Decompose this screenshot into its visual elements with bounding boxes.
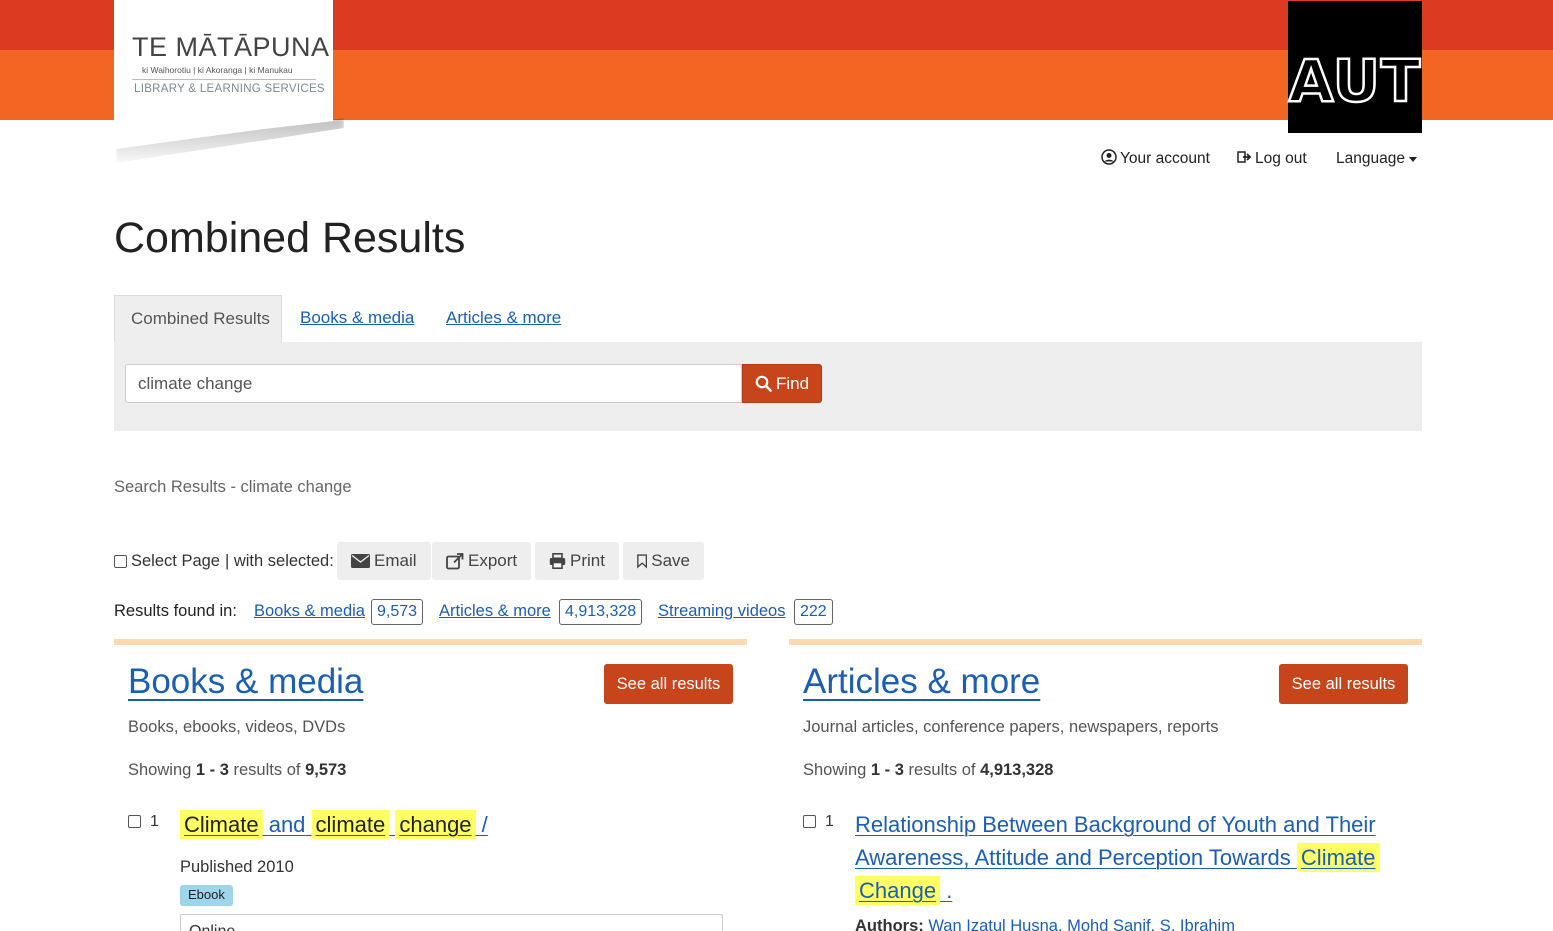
aut-logo-text: AUT [1287, 47, 1422, 115]
select-page-label[interactable]: Select Page [131, 552, 220, 571]
record-title-link[interactable]: Relationship Between Background of Youth… [855, 812, 1380, 905]
search-icon [755, 375, 772, 392]
books-see-all-button[interactable]: See all results [604, 664, 733, 704]
found-streaming-videos-count[interactable]: 222 [794, 599, 833, 625]
articles-column-bar [789, 639, 1422, 645]
found-books-media-count[interactable]: 9,573 [371, 599, 424, 625]
logo-subtitle: ki Waihorotiu | ki Akoranga | ki Manukau [142, 65, 293, 75]
caret-down-icon [1408, 156, 1417, 162]
tab-articles-more[interactable]: Articles & more [446, 308, 561, 328]
your-account-link[interactable]: Your account [1101, 148, 1210, 170]
books-record-checkbox[interactable] [128, 815, 141, 828]
export-button[interactable]: Export [432, 542, 532, 580]
books-record-number: 1 [150, 813, 159, 830]
find-label: Find [775, 373, 810, 393]
sign-out-icon [1237, 150, 1252, 169]
log-out-link[interactable]: Log out [1237, 148, 1307, 170]
found-streaming-videos-link[interactable]: Streaming videos [658, 602, 785, 621]
author-link[interactable]: Wan Izatul Husna, Mohd Sanif, S. Ibrahim [928, 917, 1235, 931]
print-icon [549, 553, 566, 569]
with-selected-label: | with selected: [224, 551, 334, 570]
log-out-label: Log out [1255, 150, 1307, 167]
found-articles-more-link[interactable]: Articles & more [439, 602, 551, 621]
print-label: Print [570, 551, 605, 570]
articles-column-title[interactable]: Articles & more [803, 662, 1040, 702]
books-column-bar [114, 639, 747, 645]
articles-record-title[interactable]: Relationship Between Background of Youth… [855, 808, 1395, 907]
results-heading: Search Results - climate change [114, 478, 352, 496]
external-link-icon [446, 552, 464, 569]
bookmark-icon [637, 554, 648, 569]
articles-showing-text: Showing 1 - 3 results of 4,913,328 [803, 761, 1054, 779]
save-label: Save [651, 551, 690, 570]
online-access-box[interactable]: Online [180, 914, 723, 931]
language-dropdown[interactable]: Language [1336, 148, 1417, 170]
tab-combined-results[interactable]: Combined Results [114, 295, 282, 343]
user-circle-icon [1101, 148, 1117, 170]
export-label: Export [468, 551, 518, 570]
format-badge: Ebook [180, 885, 233, 906]
find-button[interactable]: Find [742, 364, 822, 403]
books-record-title[interactable]: Climate and climate change / [180, 808, 488, 841]
found-articles-more-count[interactable]: 4,913,328 [559, 599, 643, 625]
record-title-link[interactable]: Climate and climate change / [180, 810, 488, 839]
email-label: Email [374, 551, 417, 570]
save-button[interactable]: Save [623, 542, 704, 580]
found-books-media-link[interactable]: Books & media [254, 602, 365, 621]
page-title: Combined Results [114, 214, 466, 262]
aut-logo[interactable]: AUT [1287, 1, 1422, 133]
language-label: Language [1336, 150, 1405, 167]
logo-tagline: LIBRARY & LEARNING SERVICES [134, 83, 325, 95]
articles-record-number: 1 [825, 813, 834, 830]
tab-books-media[interactable]: Books & media [300, 308, 414, 328]
articles-record-checkbox[interactable] [803, 815, 816, 828]
articles-record-authors: Authors: Wan Izatul Husna, Mohd Sanif, S… [855, 917, 1235, 931]
books-column-description: Books, ebooks, videos, DVDs [128, 718, 346, 736]
books-showing-text: Showing 1 - 3 results of 9,573 [128, 761, 347, 779]
select-page-checkbox[interactable] [114, 554, 127, 568]
books-column-title[interactable]: Books & media [128, 662, 363, 702]
articles-column-description: Journal articles, conference papers, new… [803, 718, 1219, 736]
envelope-icon [351, 554, 370, 568]
print-button[interactable]: Print [535, 542, 619, 580]
books-record-published: Published 2010 [180, 858, 294, 876]
logo-title: TE MĀTĀPUNA [132, 32, 330, 62]
logo-divider [132, 79, 316, 80]
articles-see-all-button[interactable]: See all results [1279, 664, 1408, 704]
search-input[interactable] [125, 364, 742, 403]
your-account-label: Your account [1120, 150, 1210, 167]
results-found-label: Results found in: [114, 602, 237, 620]
bulk-actions-toolbar: Select Page | with selected: [114, 542, 334, 580]
email-button[interactable]: Email [337, 542, 431, 580]
